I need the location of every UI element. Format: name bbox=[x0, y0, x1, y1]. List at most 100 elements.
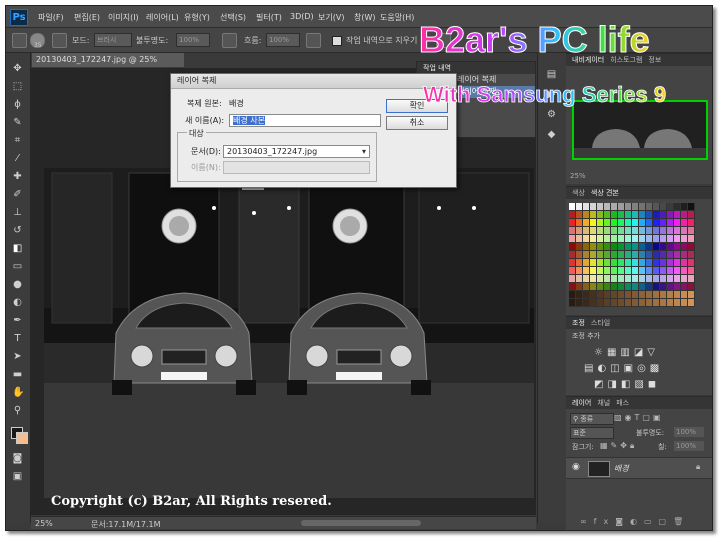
color-swatch[interactable] bbox=[667, 259, 673, 266]
color-swatch[interactable] bbox=[625, 259, 631, 266]
color-swatch[interactable] bbox=[604, 267, 610, 274]
color-swatch[interactable] bbox=[597, 203, 603, 210]
color-swatch[interactable] bbox=[639, 283, 645, 290]
color-swatch[interactable] bbox=[660, 275, 666, 282]
color-swatch[interactable] bbox=[583, 291, 589, 298]
document-size[interactable]: 문서:17.1M/17.1M bbox=[91, 519, 161, 530]
color-swatch[interactable] bbox=[618, 219, 624, 226]
color-swatch[interactable] bbox=[688, 235, 694, 242]
opacity-input[interactable]: 100% bbox=[176, 33, 210, 47]
color-swatch[interactable] bbox=[604, 251, 610, 258]
color-swatch[interactable] bbox=[681, 283, 687, 290]
color-swatch[interactable] bbox=[681, 275, 687, 282]
color-swatch[interactable] bbox=[583, 251, 589, 258]
color-swatch[interactable] bbox=[660, 219, 666, 226]
color-swatch[interactable] bbox=[604, 203, 610, 210]
color-swatch[interactable] bbox=[681, 259, 687, 266]
brush-panel-icon[interactable] bbox=[52, 33, 67, 48]
color-swatch[interactable] bbox=[611, 283, 617, 290]
color-swatch[interactable] bbox=[653, 275, 659, 282]
color-swatch[interactable] bbox=[604, 219, 610, 226]
color-swatch[interactable] bbox=[611, 227, 617, 234]
color-swatch[interactable] bbox=[674, 219, 680, 226]
adjustment-icons-row3[interactable]: ◩◨◧▧◼ bbox=[594, 379, 660, 390]
color-swatch[interactable] bbox=[625, 299, 631, 306]
blend-mode-select[interactable]: 표준 bbox=[570, 427, 614, 439]
color-swatch[interactable] bbox=[681, 267, 687, 274]
menu-image[interactable]: 이미지(I) bbox=[108, 12, 139, 23]
color-swatch[interactable] bbox=[646, 251, 652, 258]
document-select[interactable]: 20130403_172247.jpg ▾ bbox=[223, 145, 370, 158]
color-swatch[interactable] bbox=[632, 267, 638, 274]
color-swatch[interactable] bbox=[653, 235, 659, 242]
color-swatch[interactable] bbox=[611, 203, 617, 210]
navigator-zoom[interactable]: 25% bbox=[570, 172, 708, 180]
color-swatch[interactable] bbox=[583, 243, 589, 250]
color-swatch[interactable] bbox=[660, 211, 666, 218]
visibility-eye-icon[interactable]: ◉ bbox=[572, 462, 580, 472]
color-swatch[interactable] bbox=[569, 211, 575, 218]
color-swatch[interactable] bbox=[569, 219, 575, 226]
menu-view[interactable]: 보기(V) bbox=[318, 12, 344, 23]
color-swatch[interactable] bbox=[667, 251, 673, 258]
brush-tool-icon[interactable]: ✐ bbox=[12, 189, 23, 200]
layers-tab[interactable]: 레이어 bbox=[572, 399, 591, 407]
crop-tool-icon[interactable]: ⌗ bbox=[12, 135, 23, 146]
color-swatch[interactable] bbox=[590, 275, 596, 282]
color-swatch[interactable] bbox=[625, 251, 631, 258]
eyedropper-tool-icon[interactable]: ⁄ bbox=[12, 153, 23, 164]
color-swatch[interactable] bbox=[625, 211, 631, 218]
pen-tool-icon[interactable]: ✒ bbox=[12, 315, 23, 326]
color-swatch[interactable] bbox=[583, 211, 589, 218]
color-swatch[interactable] bbox=[618, 275, 624, 282]
cancel-button[interactable]: 취소 bbox=[386, 116, 448, 130]
color-swatch[interactable] bbox=[569, 275, 575, 282]
color-swatch[interactable] bbox=[681, 299, 687, 306]
color-swatch[interactable] bbox=[688, 203, 694, 210]
color-swatch[interactable] bbox=[632, 235, 638, 242]
horizontal-scrollbar[interactable] bbox=[301, 520, 421, 526]
color-swatch[interactable] bbox=[583, 227, 589, 234]
color-swatch[interactable] bbox=[576, 227, 582, 234]
color-swatch[interactable] bbox=[583, 283, 589, 290]
color-swatch[interactable] bbox=[639, 299, 645, 306]
color-swatch[interactable] bbox=[674, 275, 680, 282]
color-swatch[interactable] bbox=[611, 211, 617, 218]
menu-select[interactable]: 선택(S) bbox=[220, 12, 246, 23]
color-swatch[interactable] bbox=[667, 227, 673, 234]
color-swatch[interactable] bbox=[618, 243, 624, 250]
color-swatch[interactable] bbox=[604, 235, 610, 242]
color-swatch[interactable] bbox=[604, 275, 610, 282]
color-swatch[interactable] bbox=[618, 227, 624, 234]
color-swatch[interactable] bbox=[597, 291, 603, 298]
color-swatch[interactable] bbox=[618, 283, 624, 290]
color-swatch[interactable] bbox=[646, 235, 652, 242]
color-swatch[interactable] bbox=[688, 251, 694, 258]
color-swatch[interactable] bbox=[597, 259, 603, 266]
color-swatch[interactable] bbox=[639, 243, 645, 250]
color-swatch[interactable] bbox=[618, 299, 624, 306]
zoom-tool-icon[interactable]: ⚲ bbox=[12, 405, 23, 416]
shape-tool-icon[interactable]: ▬ bbox=[12, 369, 23, 380]
color-swatch[interactable] bbox=[667, 275, 673, 282]
fill-input[interactable]: 100% bbox=[674, 441, 704, 451]
color-swatch[interactable] bbox=[590, 203, 596, 210]
zoom-level[interactable]: 25% bbox=[35, 519, 53, 528]
color-swatch[interactable] bbox=[590, 219, 596, 226]
color-swatch[interactable] bbox=[688, 299, 694, 306]
color-swatch[interactable] bbox=[569, 267, 575, 274]
styles-tab[interactable]: 스타일 bbox=[591, 319, 610, 327]
color-swatch[interactable] bbox=[576, 243, 582, 250]
color-swatch[interactable] bbox=[569, 299, 575, 306]
color-swatch[interactable] bbox=[583, 267, 589, 274]
color-swatch[interactable] bbox=[618, 251, 624, 258]
color-swatch[interactable] bbox=[597, 267, 603, 274]
color-swatch[interactable] bbox=[576, 299, 582, 306]
color-swatch[interactable] bbox=[604, 291, 610, 298]
color-swatch[interactable] bbox=[625, 267, 631, 274]
color-swatch[interactable] bbox=[667, 211, 673, 218]
color-swatch[interactable] bbox=[674, 259, 680, 266]
pressure-opacity-icon[interactable] bbox=[222, 33, 237, 48]
color-swatch[interactable] bbox=[583, 203, 589, 210]
color-swatch[interactable] bbox=[632, 259, 638, 266]
